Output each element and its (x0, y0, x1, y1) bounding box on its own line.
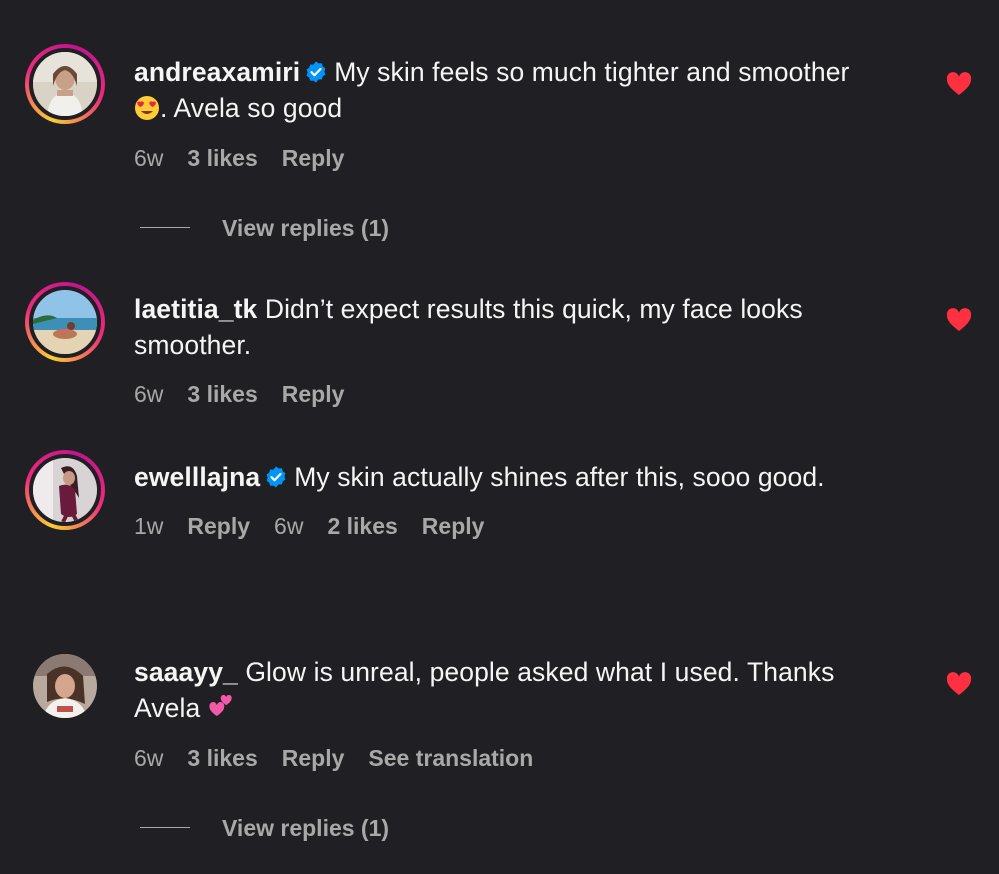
comment-time-secondary: 6w (274, 513, 304, 539)
view-replies-button[interactable]: View replies (1) (140, 214, 389, 242)
comment-text-line2: . Avela so good (160, 93, 343, 123)
username[interactable]: andreaxamiri (134, 57, 300, 87)
avatar-ewelllajna[interactable] (25, 450, 105, 530)
comment-text: My skin actually shines after this, sooo… (294, 462, 825, 492)
see-translation-button[interactable]: See translation (368, 745, 533, 771)
username[interactable]: saaayy_ (134, 657, 238, 687)
heart-filled-icon[interactable] (946, 672, 972, 696)
avatar-laetitia_tk[interactable] (25, 282, 105, 362)
view-replies-button[interactable]: View replies (1) (140, 814, 389, 842)
likes-count[interactable]: 3 likes (187, 745, 257, 771)
avatar-andreaxamiri[interactable] (25, 44, 105, 124)
comment-body: saaayy_ Glow is unreal, people asked wha… (134, 654, 924, 726)
comment-time: 6w (134, 381, 164, 407)
comment-body: laetitia_tk Didn’t expect results this q… (134, 291, 924, 363)
comments-panel: andreaxamiri My skin feels so much tighte… (0, 0, 999, 874)
replies-divider-line (140, 227, 190, 229)
reply-button-secondary[interactable]: Reply (422, 513, 485, 539)
view-replies-label: View replies (1) (222, 215, 390, 241)
view-replies-label: View replies (1) (222, 815, 390, 841)
smiling-face-heart-eyes-icon (135, 96, 159, 120)
comment-time: 6w (134, 145, 164, 171)
reply-button[interactable]: Reply (282, 381, 345, 407)
comment-meta: 6w 3 likes Reply (134, 380, 368, 408)
verified-badge-icon (266, 466, 286, 488)
two-hearts-icon (209, 695, 232, 717)
comment-body: andreaxamiri My skin feels so much tighte… (134, 54, 924, 126)
reply-button[interactable]: Reply (187, 513, 250, 539)
likes-count[interactable]: 2 likes (327, 513, 397, 539)
comment-text-line1: My skin feels so much tighter and smooth… (334, 57, 850, 87)
avatar-photo-andreaxamiri (33, 52, 97, 116)
comment-text-line2: Avela (134, 693, 201, 723)
reply-button[interactable]: Reply (282, 145, 345, 171)
likes-count[interactable]: 3 likes (187, 381, 257, 407)
heart-filled-icon[interactable] (946, 72, 972, 96)
avatar-photo-saaayy_ (33, 654, 97, 718)
username[interactable]: ewelllajna (134, 462, 260, 492)
verified-badge-icon (306, 61, 326, 83)
comment-meta: 1w Reply 6w 2 likes Reply (134, 512, 508, 540)
avatar-photo-laetitia_tk (33, 290, 97, 354)
comment-body: ewelllajna My skin actually shines after … (134, 459, 924, 495)
comment-meta: 6w 3 likes Reply (134, 144, 368, 172)
likes-count[interactable]: 3 likes (187, 145, 257, 171)
reply-button[interactable]: Reply (282, 745, 345, 771)
avatar-saaayy_[interactable] (33, 654, 97, 718)
comment-meta: 6w 3 likes Reply See translation (134, 744, 557, 772)
heart-filled-icon[interactable] (946, 308, 972, 332)
username[interactable]: laetitia_tk (134, 294, 257, 324)
comment-time: 1w (134, 513, 164, 539)
comment-time: 6w (134, 745, 164, 771)
replies-divider-line (140, 827, 190, 829)
comment-text-line1: Glow is unreal, people asked what I used… (245, 657, 835, 687)
avatar-photo-ewelllajna (33, 458, 97, 522)
